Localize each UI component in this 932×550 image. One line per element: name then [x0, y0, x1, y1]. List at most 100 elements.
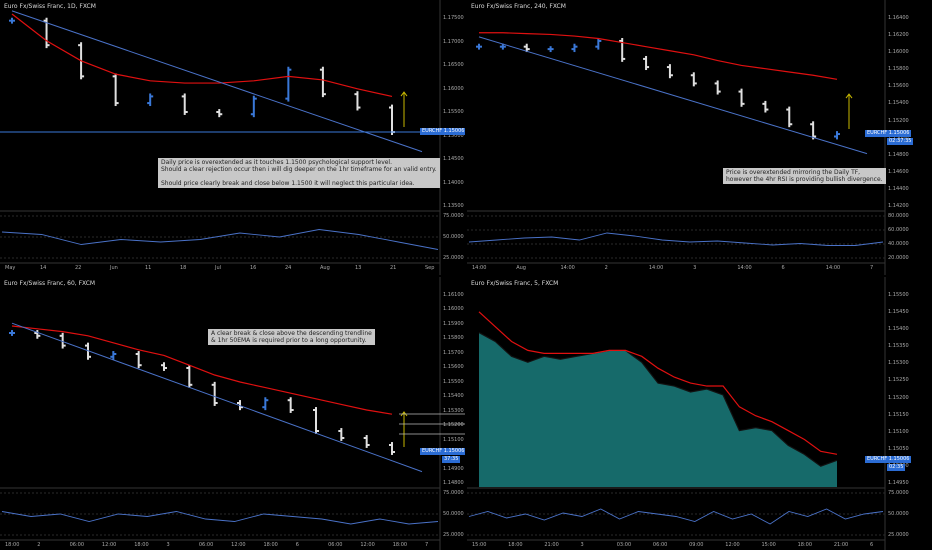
price-bar: [112, 73, 119, 107]
countdown-label: 02:37:35: [887, 138, 914, 146]
x-tick-label: 14:00: [472, 265, 487, 271]
x-tick-label: 12:00: [101, 542, 117, 548]
x-tick-label: 18:00: [392, 542, 408, 548]
y-tick-label: 1.16100: [443, 292, 464, 298]
y-tick-label: 1.15600: [443, 364, 464, 371]
y-tick-label: 1.17500: [443, 15, 464, 21]
price-bar: [547, 46, 554, 53]
price-label: EURCHF 1.15006: [865, 456, 912, 464]
trend-line: [11, 322, 423, 473]
y-tick-label: 1.14400: [888, 185, 909, 192]
price-bar: [211, 381, 218, 406]
chart-title: Euro Fx/Swiss Franc, 5, FXCM: [471, 280, 559, 287]
y-tick-label: 1.15200: [888, 117, 909, 124]
price-bar: [354, 91, 361, 111]
price-bar: [313, 407, 319, 434]
x-tick-label: 16: [250, 265, 257, 271]
osc-tick-label: 50.0000: [888, 511, 909, 517]
ema-line: [479, 32, 838, 80]
x-tick-label: 06:00: [69, 542, 85, 548]
x-tick-label: Jun: [110, 265, 118, 271]
chart-panel-4h[interactable]: 1.16400 1.16200 1.16000 1.15800 1.15600 1.154…: [467, 0, 932, 275]
y-tick-label: 1.15050: [888, 445, 909, 452]
osc-tick-label: 50.0000: [443, 234, 464, 240]
price-bar: [619, 38, 626, 62]
y-tick-label: 1.13500: [443, 203, 464, 209]
x-tick-label: Aug: [320, 265, 330, 271]
price-bar: [595, 38, 602, 50]
x-tick-label: 14:00: [737, 265, 752, 271]
x-tick-label: 12:00: [360, 542, 375, 548]
price-bar: [9, 330, 15, 336]
analysis-note: A clear break & close above the descendi…: [208, 329, 375, 345]
y-tick-label: 1.14950: [888, 480, 909, 486]
chart-svg: [0, 0, 441, 275]
x-tick-label: 3: [693, 265, 697, 271]
y-tick-label: 1.15800: [888, 66, 909, 73]
osc-tick-label: 25.0000: [888, 532, 909, 538]
chart-panel-daily[interactable]: 1.17500 1.17000 1.16500 1.16000 1.15500 1.150…: [0, 0, 465, 275]
osc-tick-label: 60.0000: [888, 227, 909, 233]
rsi-line: [468, 508, 884, 525]
y-tick-label: 1.15500: [443, 378, 464, 385]
x-tick-label: 12:00: [231, 542, 246, 548]
y-tick-label: 1.14500: [443, 156, 464, 162]
y-tick-label: 1.14600: [888, 168, 909, 175]
y-tick-label: 1.16000: [443, 85, 464, 92]
x-tick-label: 06:00: [652, 542, 668, 548]
osc-tick-label: 50.0000: [443, 511, 464, 517]
x-tick-label: 18:00: [508, 542, 523, 548]
y-tick-label: 1.15200: [888, 394, 909, 401]
y-tick-label: 1.15600: [888, 83, 909, 90]
osc-tick-label: 75.0000: [443, 490, 464, 496]
x-tick-label: 7: [425, 542, 429, 548]
x-tick-label: 6: [295, 542, 299, 548]
x-tick-label: 7: [870, 265, 874, 271]
x-tick-label: 18:00: [5, 542, 20, 548]
x-tick-label: Jul: [215, 265, 222, 271]
chart-panel-1h[interactable]: 1.16100 1.16000 1.15900 1.15800 1.15700 1.156…: [0, 277, 465, 550]
price-label: EURCHF 1.15006: [420, 448, 465, 455]
price-bar: [216, 109, 223, 118]
chart-panel-5m[interactable]: 1.15500 1.15450 1.15400 1.15350 1.15300 1.152…: [467, 277, 932, 550]
price-label: EURCHF 1.15006: [865, 130, 912, 138]
y-tick-label: 1.15100: [443, 436, 464, 443]
price-bar: [363, 435, 370, 448]
price-bar: [161, 362, 167, 371]
y-tick-label: 1.15300: [443, 407, 464, 414]
osc-tick-label: 25.0000: [443, 255, 464, 261]
price-bar: [389, 104, 395, 135]
x-tick-label: 21: [390, 265, 397, 271]
x-tick-label: Aug: [516, 265, 526, 271]
y-tick-label: 1.15800: [443, 335, 464, 342]
price-area: [479, 332, 837, 487]
x-tick-label: 2: [37, 542, 41, 548]
chart-title: Euro Fx/Swiss Franc, 60, FXCM: [4, 280, 96, 287]
y-tick-label: 1.15400: [888, 100, 909, 107]
y-tick-label: 1.16400: [888, 15, 909, 21]
x-tick-label: 21:00: [544, 542, 559, 548]
trend-line: [11, 10, 423, 153]
price-bar: [147, 93, 154, 107]
x-tick-label: 2: [604, 265, 608, 271]
y-tick-label: 1.16000: [443, 306, 464, 313]
y-tick-label: 1.16000: [888, 49, 909, 56]
price-bar: [319, 66, 326, 98]
price-bar: [571, 43, 578, 53]
chart-svg: [467, 0, 886, 275]
analysis-note: Price is overextended mirroring the Dail…: [723, 168, 886, 184]
price-bar: [9, 17, 15, 24]
x-tick-label: 14: [40, 265, 47, 271]
x-tick-label: 6: [781, 265, 785, 271]
countdown-label: 02:35: [887, 464, 906, 472]
y-tick-label: 1.15400: [888, 326, 909, 333]
price-bar: [110, 351, 117, 360]
x-tick-label: 15:00: [472, 542, 487, 548]
osc-tick-label: 75.0000: [443, 213, 464, 219]
chart-title: Euro Fx/Swiss Franc, 1D, FXCM: [4, 3, 96, 10]
y-tick-label: 1.14800: [443, 480, 464, 486]
x-tick-label: 06:00: [198, 542, 214, 548]
analysis-note: Daily price is overextended as it touche…: [158, 158, 440, 188]
x-tick-label: 13: [355, 265, 362, 271]
price-bar: [186, 365, 193, 388]
